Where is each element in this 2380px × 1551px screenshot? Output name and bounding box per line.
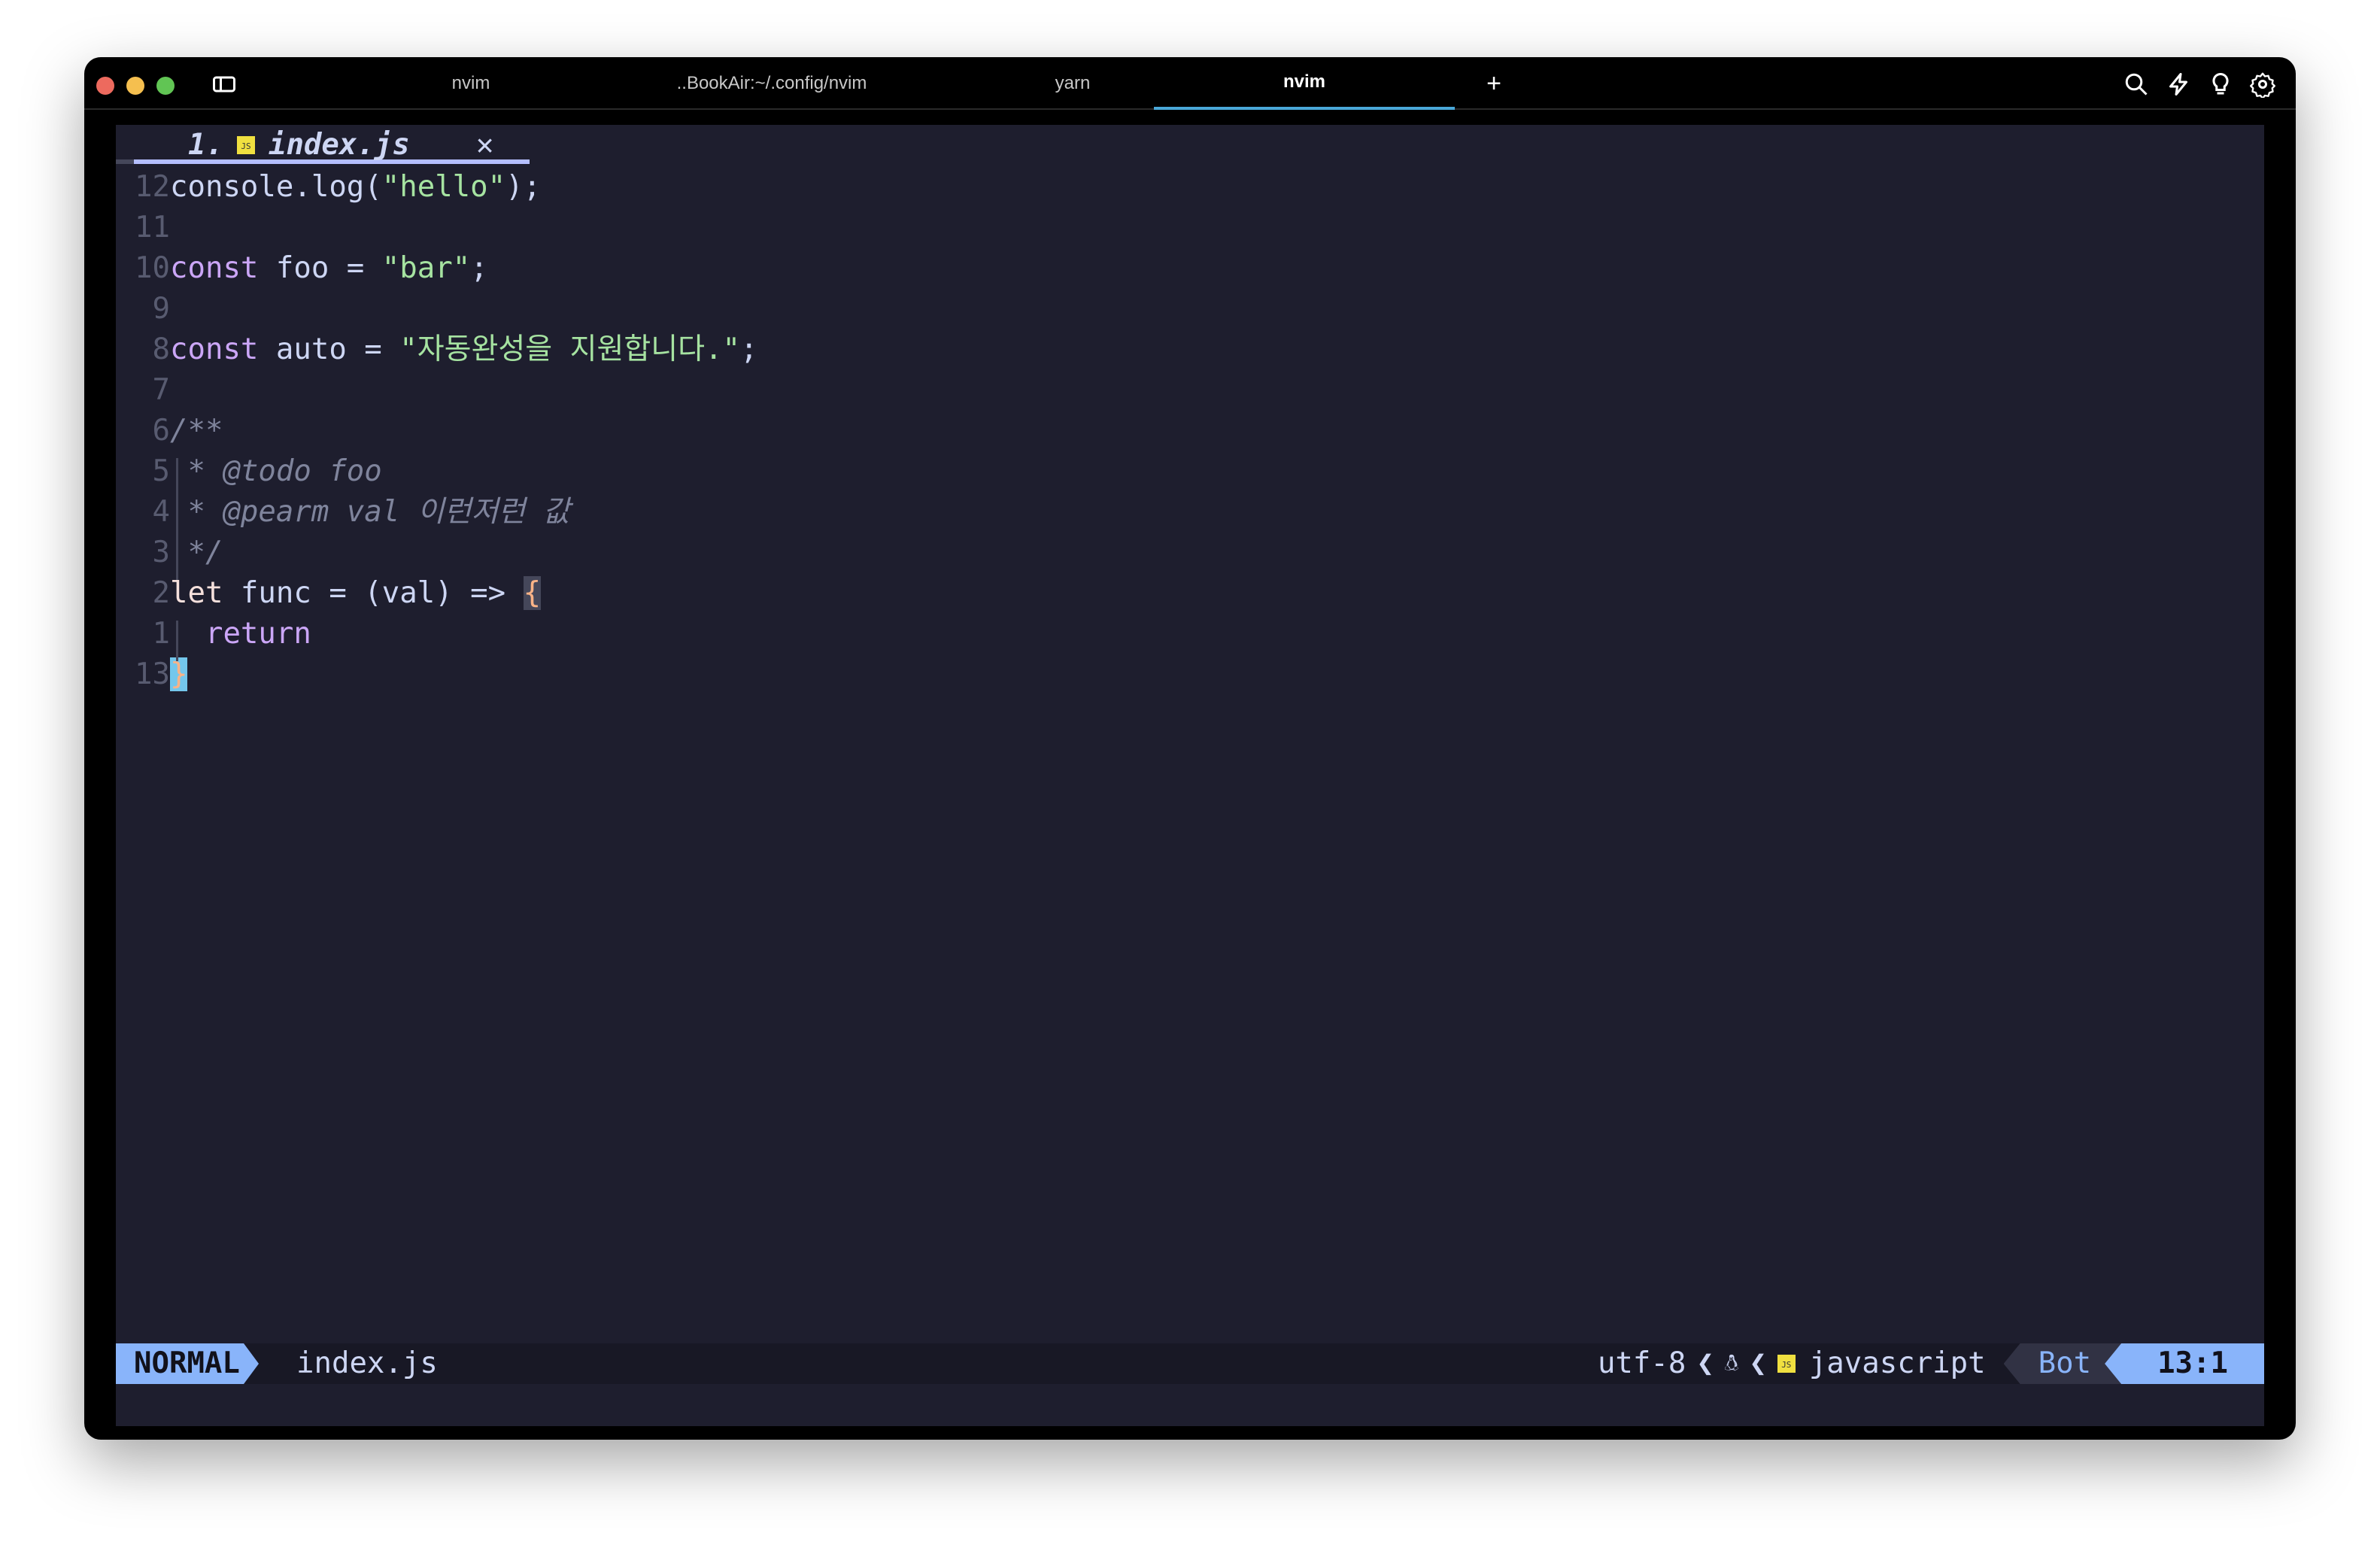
- line-number: 3: [152, 536, 170, 569]
- line-number: 7: [152, 373, 170, 407]
- code-token: * @todo foo: [170, 454, 382, 488]
- code-line[interactable]: 4 * @pearm val 이런저런 값: [116, 492, 2264, 533]
- line-code: let func = (val) => {: [170, 573, 542, 614]
- code-token: /**: [170, 414, 223, 448]
- buffer-tab-index-js[interactable]: 1. JS index.js ✕: [188, 125, 493, 165]
- minimize-window-button[interactable]: [126, 77, 144, 95]
- javascript-file-icon: JS: [236, 136, 255, 154]
- line-number: 8: [152, 332, 170, 366]
- status-filename: index.js: [296, 1346, 438, 1380]
- code-token: func = (val) =>: [223, 576, 524, 610]
- line-number: 10: [135, 251, 170, 285]
- code-line[interactable]: 7: [116, 370, 2264, 411]
- gear-icon[interactable]: [2249, 71, 2276, 98]
- code-token: {: [523, 576, 542, 610]
- line-code: return: [170, 614, 311, 654]
- buffer-number: 1.: [188, 128, 223, 162]
- status-cursor-position: 13:1: [2105, 1343, 2264, 1384]
- tab-config-nvim[interactable]: ..BookAir:~/.config/nvim: [621, 57, 922, 110]
- line-code: /**: [170, 411, 223, 451]
- line-number: 6: [152, 414, 170, 448]
- code-line[interactable]: 11: [116, 208, 2264, 248]
- code-line[interactable]: 2 let func = (val) => {: [116, 573, 2264, 614]
- line-number: 1: [152, 617, 170, 651]
- code-token: "bar": [381, 251, 471, 285]
- line-number: 13: [135, 657, 170, 691]
- indent-guide: [176, 621, 178, 661]
- line-number: 2: [152, 576, 170, 610]
- line-code: }: [170, 654, 188, 695]
- bolt-icon[interactable]: [2165, 71, 2192, 98]
- search-icon[interactable]: [2123, 71, 2150, 98]
- tab-nvim-1[interactable]: nvim: [320, 57, 621, 110]
- code-line[interactable]: 5 * @todo foo: [116, 451, 2264, 492]
- tab-nvim-active[interactable]: nvim: [1154, 57, 1455, 110]
- code-token: const: [170, 251, 259, 285]
- close-buffer-icon[interactable]: ✕: [476, 125, 493, 165]
- zoom-window-button[interactable]: [156, 77, 175, 95]
- line-code: * @todo foo: [170, 451, 382, 492]
- buffer-name: index.js: [268, 128, 410, 162]
- code-token: const: [170, 332, 259, 366]
- line-number: 9: [152, 292, 170, 326]
- indent-guide: [176, 458, 178, 580]
- code-token: ;: [470, 251, 488, 285]
- code-token: console.log(: [170, 170, 382, 204]
- line-code: console.log("hello");: [170, 167, 541, 208]
- code-token: ;: [739, 332, 758, 366]
- editor[interactable]: 1. JS index.js ✕ 12 console.log("hello");…: [116, 125, 2264, 1426]
- code-line[interactable]: 9: [116, 289, 2264, 329]
- sidebar-icon[interactable]: [211, 71, 238, 98]
- separator-icon: ❮: [1696, 1346, 1714, 1380]
- code-line[interactable]: 12 console.log("hello");: [116, 167, 2264, 208]
- buffer-tabline: 1. JS index.js ✕: [116, 125, 2264, 165]
- javascript-file-icon: JS: [1777, 1355, 1796, 1373]
- title-bar: nvim ..BookAir:~/.config/nvim yarn nvim …: [84, 57, 2296, 110]
- status-line: NORMAL index.js utf-8 ❮ 🐧︎ ❮ JS javascri…: [116, 1343, 2264, 1384]
- status-filetype: javascript: [1808, 1346, 1986, 1380]
- code-token: auto =: [258, 332, 400, 366]
- code-token: return: [170, 617, 311, 651]
- new-tab-button[interactable]: +: [1479, 57, 1509, 110]
- code-line[interactable]: 3 */: [116, 533, 2264, 573]
- line-code: * @pearm val 이런저런 값: [170, 492, 570, 533]
- code-line[interactable]: 1 return: [116, 614, 2264, 654]
- code-line[interactable]: 10 const foo = "bar";: [116, 248, 2264, 289]
- code-token: );: [505, 170, 542, 204]
- terminal-window: nvim ..BookAir:~/.config/nvim yarn nvim …: [84, 57, 2296, 1440]
- code-line[interactable]: 13}: [116, 654, 2264, 695]
- code-line[interactable]: 6/**: [116, 411, 2264, 451]
- line-code: const auto = "자동완성을 지원합니다.";: [170, 329, 757, 370]
- linux-icon: 🐧︎: [1724, 1350, 1739, 1376]
- mode-indicator: NORMAL: [116, 1343, 259, 1384]
- cursor: }: [170, 657, 188, 691]
- code-token: * @pearm val 이런저런 값: [170, 495, 570, 529]
- line-number: 12: [135, 170, 170, 204]
- close-window-button[interactable]: [96, 77, 114, 95]
- code-token: let: [170, 576, 223, 610]
- status-encoding: utf-8: [1597, 1346, 1686, 1380]
- code-token: "hello": [381, 170, 506, 204]
- status-scroll-position: Bot: [2003, 1343, 2122, 1384]
- separator-icon: ❮: [1749, 1346, 1767, 1380]
- code-token: foo =: [258, 251, 382, 285]
- lightbulb-icon[interactable]: [2207, 71, 2234, 98]
- line-code: const foo = "bar";: [170, 248, 488, 289]
- line-number: 11: [135, 211, 170, 244]
- line-number: 4: [152, 495, 170, 529]
- code-line[interactable]: 8 const auto = "자동완성을 지원합니다.";: [116, 329, 2264, 370]
- line-number: 5: [152, 454, 170, 488]
- code-token: "자동완성을 지원합니다.": [399, 332, 740, 366]
